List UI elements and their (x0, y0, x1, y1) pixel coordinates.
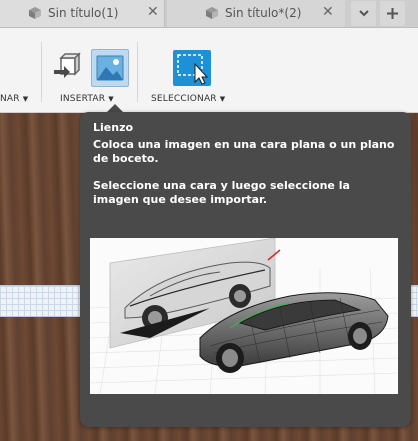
car-canvas-illustration (90, 238, 398, 394)
ribbon-toolbar: NAR ▼ INSERTAR ▼ SELECCIONAR ▼ (0, 28, 418, 113)
tab-label: Sin título(1) (48, 6, 119, 20)
plus-icon (387, 8, 398, 19)
select-button[interactable] (173, 50, 211, 86)
cube-icon (206, 7, 218, 19)
tooltip-title: Lienzo (93, 121, 134, 134)
ground-grid (0, 285, 80, 317)
document-tab-bar: Sin título(1) ✕ Sin título*(2) ✕ (0, 0, 418, 28)
chevron-down-icon (358, 10, 369, 17)
canvas-image-icon (96, 55, 124, 81)
select-cursor-icon (177, 54, 209, 85)
toolbar-group-insert[interactable]: INSERTAR ▼ (60, 94, 114, 104)
tooltip-description: Coloca una imagen en una cara plana o un… (93, 138, 395, 165)
tooltip-instruction: Seleccione una cara y luego seleccione l… (93, 179, 350, 206)
toolbar-divider (137, 42, 138, 102)
toolbar-group-select[interactable]: SELECCIONAR ▼ (151, 94, 225, 104)
canvas-button[interactable] (91, 49, 129, 87)
toolbar-group-create[interactable]: NAR ▼ (0, 94, 28, 104)
document-tab-2[interactable]: Sin título*(2) ✕ (167, 0, 345, 27)
cube-icon (29, 7, 41, 19)
close-tab-button[interactable]: ✕ (322, 4, 334, 20)
insert-derive-icon[interactable] (51, 52, 83, 84)
document-tab-1[interactable]: Sin título(1) ✕ (0, 0, 165, 27)
new-tab-button[interactable] (380, 1, 405, 26)
tab-label: Sin título*(2) (225, 6, 302, 20)
canvas-tooltip: Lienzo Coloca una imagen en una cara pla… (80, 112, 411, 427)
toolbar-divider (41, 42, 42, 102)
tab-overflow-button[interactable] (351, 1, 376, 26)
close-tab-button[interactable]: ✕ (147, 4, 159, 20)
tooltip-illustration (90, 238, 398, 394)
